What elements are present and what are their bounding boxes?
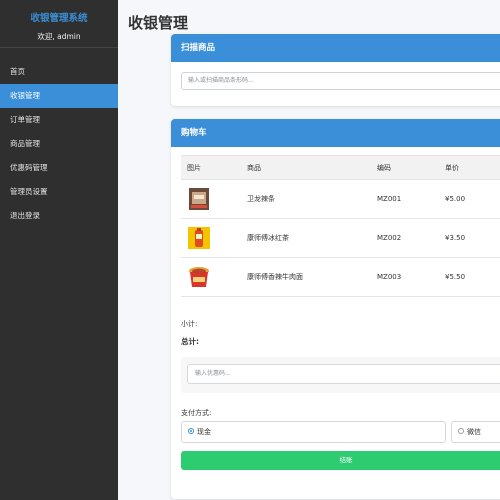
payment-method-label: 支付方式: <box>181 409 212 417</box>
sidebar-brand: 收银管理系统 欢迎, admin <box>0 0 118 48</box>
total-label: 总计: <box>181 337 199 346</box>
payment-option-wechat[interactable]: 微信 <box>451 421 500 443</box>
payment-option-cash[interactable]: 现金 <box>181 421 446 443</box>
payment-option-label: 现金 <box>197 428 211 436</box>
cart-table-header: 图片 商品 编码 单价 <box>181 156 500 180</box>
radio-selected-icon[interactable] <box>188 428 194 434</box>
welcome-text: 欢迎, admin <box>37 32 81 41</box>
product-price: ¥5.00 <box>445 195 466 203</box>
app-title: 收银管理系统 <box>30 13 88 24</box>
sidebar-item-checkout-management[interactable]: 收银管理 <box>0 84 118 108</box>
product-price: ¥5.50 <box>445 273 466 281</box>
scan-card: 扫描商品 输入或扫描商品条形码... <box>171 34 500 106</box>
snack-package-icon <box>189 188 209 210</box>
sidebar: 收银管理系统 欢迎, admin 首页 收银管理 订单管理 商品管理 优惠码管理… <box>0 0 118 500</box>
cart-table: 图片 商品 编码 单价 卫龙辣条 MZ001 ¥5.00 康师傅冰红茶 MZ00… <box>181 155 500 297</box>
product-name: 卫龙辣条 <box>247 195 275 203</box>
barcode-input[interactable]: 输入或扫描商品条形码... <box>181 72 500 90</box>
coupon-section: 输入优惠码... <box>181 357 500 393</box>
column-header-image: 图片 <box>187 163 201 172</box>
column-header-code: 编码 <box>377 163 391 172</box>
main-content: 收银管理 扫描商品 输入或扫描商品条形码... 购物车 图片 商品 编码 单价 <box>118 0 500 500</box>
payment-option-label: 微信 <box>467 428 481 436</box>
sidebar-item-home[interactable]: 首页 <box>0 60 118 84</box>
product-name: 康师傅香辣牛肉面 <box>247 273 303 281</box>
cart-card: 购物车 图片 商品 编码 单价 卫龙辣条 MZ001 ¥5.00 康师傅冰红茶 … <box>171 119 500 499</box>
sidebar-item-coupons[interactable]: 优惠码管理 <box>0 156 118 180</box>
sidebar-item-logout[interactable]: 退出登录 <box>0 204 118 228</box>
table-row: 康师傅冰红茶 MZ002 ¥3.50 <box>181 219 500 258</box>
product-name: 康师傅冰红茶 <box>247 234 289 242</box>
scan-card-header: 扫描商品 <box>171 34 500 62</box>
checkout-button[interactable]: 结账 <box>181 451 500 470</box>
cart-card-header: 购物车 <box>171 119 500 147</box>
column-header-product: 商品 <box>247 163 261 172</box>
table-row: 卫龙辣条 MZ001 ¥5.00 <box>181 180 500 219</box>
noodle-cup-icon <box>187 265 211 289</box>
radio-unselected-icon[interactable] <box>458 428 464 434</box>
coupon-input[interactable]: 输入优惠码... <box>187 364 500 384</box>
subtotal-label: 小计: <box>181 320 198 328</box>
column-header-price: 单价 <box>445 163 459 172</box>
product-code: MZ002 <box>377 234 402 242</box>
product-image-cell <box>181 265 247 289</box>
product-code: MZ003 <box>377 273 402 281</box>
page-title: 收银管理 <box>128 14 189 32</box>
product-image-cell <box>181 187 247 211</box>
tea-drink-icon <box>188 227 210 249</box>
table-row: 康师傅香辣牛肉面 MZ003 ¥5.50 <box>181 258 500 297</box>
product-image-cell <box>181 226 247 250</box>
product-price: ¥3.50 <box>445 234 466 242</box>
product-code: MZ001 <box>377 195 402 203</box>
sidebar-item-products[interactable]: 商品管理 <box>0 132 118 156</box>
sidebar-item-orders[interactable]: 订单管理 <box>0 108 118 132</box>
sidebar-item-admin-settings[interactable]: 管理员设置 <box>0 180 118 204</box>
sidebar-nav: 首页 收银管理 订单管理 商品管理 优惠码管理 管理员设置 退出登录 <box>0 60 118 228</box>
